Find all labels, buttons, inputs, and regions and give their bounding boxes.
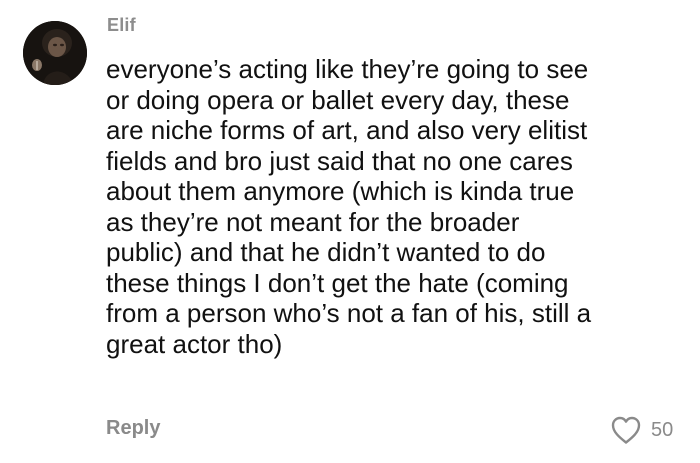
like-button[interactable]: 50 [610, 414, 673, 446]
comment-username[interactable]: Elif [107, 15, 136, 36]
avatar[interactable] [23, 21, 87, 85]
reply-button[interactable]: Reply [106, 417, 160, 440]
comment-text: everyone’s acting like they’re going to … [106, 54, 592, 359]
avatar-image [23, 21, 87, 85]
like-count: 50 [651, 418, 674, 441]
comment-card: Elif everyone’s acting like they’re goin… [0, 0, 700, 463]
heart-outline-icon [611, 416, 641, 444]
